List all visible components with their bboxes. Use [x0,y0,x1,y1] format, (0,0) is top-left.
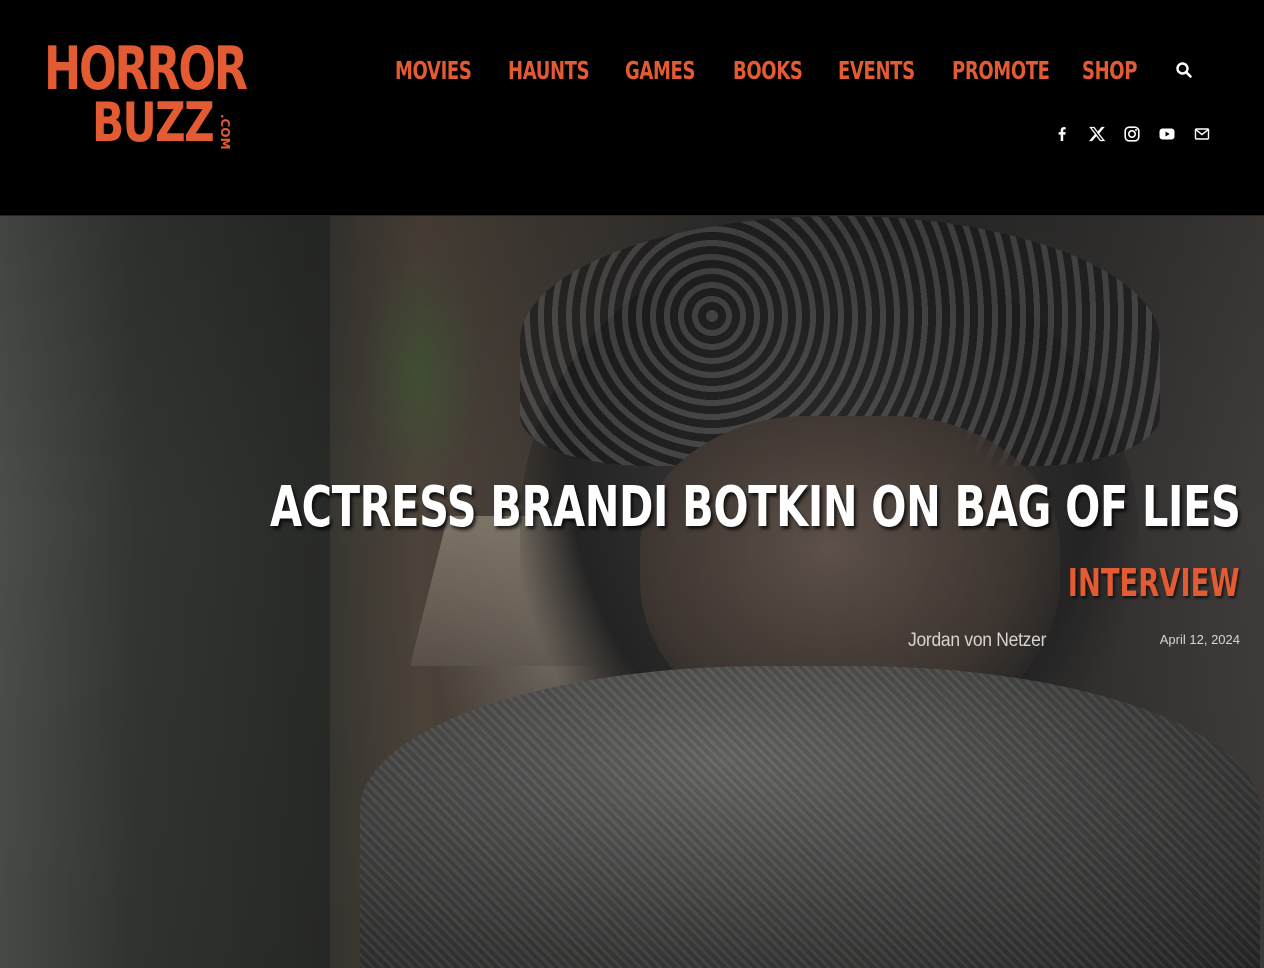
nav-item-events[interactable]: EVENTS [838,56,915,85]
nav-item-haunts[interactable]: HAUNTS [508,56,590,85]
facebook-icon[interactable] [1052,124,1072,144]
nav-item-promote[interactable]: PROMOTE [952,56,1050,85]
x-twitter-icon[interactable] [1087,124,1107,144]
nav-item-books[interactable]: BOOKS [733,56,803,85]
instagram-icon[interactable] [1122,124,1142,144]
post-date: April 12, 2024 [1159,632,1240,647]
email-icon[interactable] [1192,124,1212,144]
site-logo[interactable]: HORROR BUZZ .COM [44,38,250,152]
logo-text-buzz: BUZZ [92,91,215,154]
youtube-icon[interactable] [1157,124,1177,144]
post-title: ACTRESS BRANDI BOTKIN ON BAG OF LIES [269,475,1241,540]
nav-item-movies[interactable]: MOVIES [395,56,472,85]
post-author-link[interactable]: Jordan von Netzer [908,628,1046,654]
site-header: HORROR BUZZ .COM MOVIES HAUNTS GAMES BOO… [0,0,1264,216]
nav-item-games[interactable]: GAMES [625,56,695,85]
search-icon[interactable] [1175,61,1193,79]
nav-item-shop[interactable]: SHOP [1082,56,1137,85]
logo-text-com: .COM [218,114,232,150]
post-category-link[interactable]: INTERVIEW [1068,560,1240,606]
